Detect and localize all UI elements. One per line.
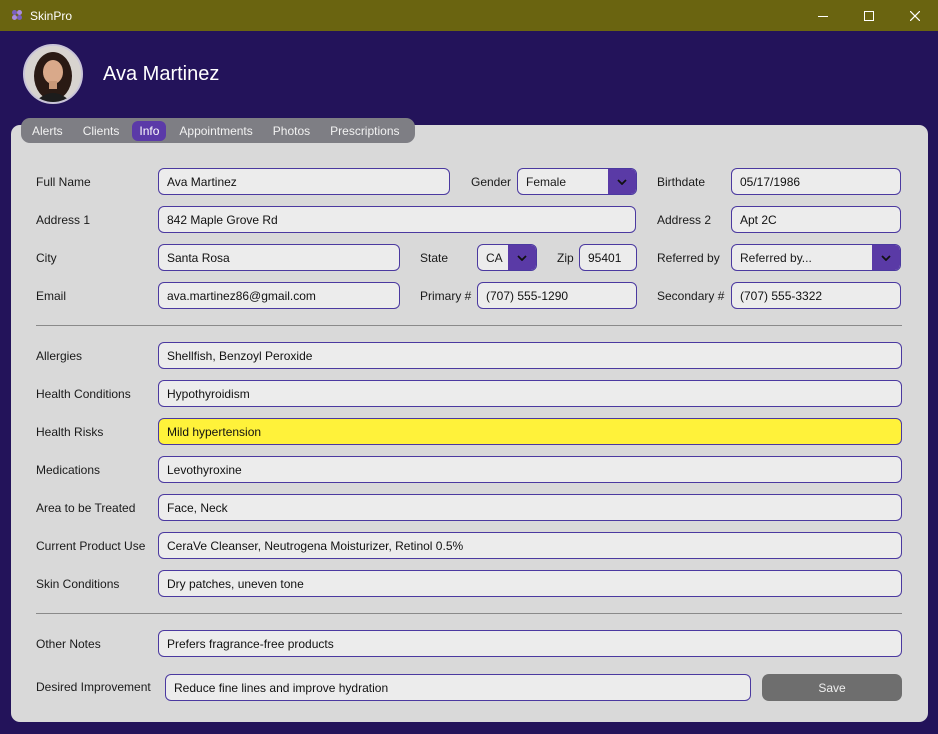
full-name-field[interactable]: Ava Martinez [158, 168, 450, 195]
zip-label: Zip [557, 251, 574, 265]
email-field[interactable]: ava.martinez86@gmail.com [158, 282, 400, 309]
desired-improvement-label: Desired Improvement [36, 680, 151, 694]
referred-by-select[interactable]: Referred by... [731, 244, 901, 271]
birthdate-field[interactable]: 05/17/1986 [731, 168, 901, 195]
other-notes-field[interactable]: Prefers fragrance-free products [158, 630, 902, 657]
address2-field[interactable]: Apt 2C [731, 206, 901, 233]
state-label: State [420, 251, 449, 265]
referred-by-label: Referred by [657, 251, 720, 265]
health-conditions-field[interactable]: Hypothyroidism [158, 380, 902, 407]
tab-prescriptions[interactable]: Prescriptions [323, 121, 406, 141]
medications-label: Medications [36, 463, 101, 477]
birthdate-label: Birthdate [657, 175, 706, 189]
tab-bar: Alerts Clients Info Appointments Photos … [21, 118, 415, 143]
desired-improvement-field[interactable]: Reduce fine lines and improve hydration [165, 674, 751, 701]
address2-label: Address 2 [657, 213, 712, 227]
full-name-label: Full Name [36, 175, 91, 189]
health-conditions-label: Health Conditions [36, 387, 131, 401]
window-title: SkinPro [30, 9, 73, 23]
section-divider [36, 325, 902, 326]
medications-field[interactable]: Levothyroxine [158, 456, 902, 483]
close-button[interactable] [892, 0, 938, 31]
address1-field[interactable]: 842 Maple Grove Rd [158, 206, 636, 233]
avatar [23, 44, 83, 104]
primary-phone-field[interactable]: (707) 555-1290 [477, 282, 637, 309]
maximize-button[interactable] [846, 0, 892, 31]
state-value: CA [486, 251, 503, 265]
area-treated-field[interactable]: Face, Neck [158, 494, 902, 521]
save-button[interactable]: Save [762, 674, 902, 701]
gender-select[interactable]: Female [517, 168, 637, 195]
tab-clients[interactable]: Clients [76, 121, 127, 141]
client-photo-icon [25, 46, 81, 102]
zip-field[interactable]: 95401 [579, 244, 637, 271]
gender-value: Female [526, 175, 567, 189]
tab-alerts[interactable]: Alerts [25, 121, 70, 141]
chevron-down-icon[interactable] [608, 169, 636, 194]
window-titlebar: SkinPro [0, 0, 938, 31]
area-treated-label: Area to be Treated [36, 501, 136, 515]
chevron-down-icon[interactable] [508, 245, 536, 270]
health-risks-field[interactable]: Mild hypertension [158, 418, 902, 445]
city-label: City [36, 251, 57, 265]
client-name-heading: Ava Martinez [103, 63, 220, 85]
section-divider [36, 613, 902, 614]
close-icon [910, 10, 920, 21]
app-logo-icon [12, 10, 22, 20]
referred-by-value: Referred by... [740, 251, 812, 265]
allergies-label: Allergies [36, 349, 83, 363]
address1-label: Address 1 [36, 213, 91, 227]
allergies-field[interactable]: Shellfish, Benzoyl Peroxide [158, 342, 902, 369]
state-select[interactable]: CA [477, 244, 537, 271]
skin-conditions-field[interactable]: Dry patches, uneven tone [158, 570, 902, 597]
email-label: Email [36, 289, 67, 303]
city-field[interactable]: Santa Rosa [158, 244, 400, 271]
secondary-phone-label: Secondary # [657, 289, 725, 303]
chevron-down-icon[interactable] [872, 245, 900, 270]
primary-phone-label: Primary # [420, 289, 472, 303]
tab-info[interactable]: Info [132, 120, 167, 141]
skin-conditions-label: Skin Conditions [36, 577, 120, 591]
other-notes-label: Other Notes [36, 637, 101, 651]
secondary-phone-field[interactable]: (707) 555-3322 [731, 282, 901, 309]
tab-photos[interactable]: Photos [266, 121, 317, 141]
current-products-field[interactable]: CeraVe Cleanser, Neutrogena Moisturizer,… [158, 532, 902, 559]
tab-appointments[interactable]: Appointments [172, 121, 259, 141]
minimize-button[interactable] [800, 0, 846, 31]
health-risks-label: Health Risks [36, 425, 104, 439]
current-products-label: Current Product Use [36, 539, 146, 553]
minimize-icon [818, 15, 828, 17]
maximize-icon [864, 10, 874, 21]
gender-label: Gender [471, 175, 512, 189]
